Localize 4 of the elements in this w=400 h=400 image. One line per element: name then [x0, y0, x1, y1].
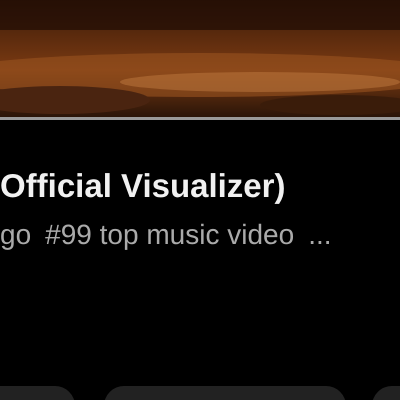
video-meta-text: ...: [308, 218, 332, 252]
video-meta-text: go: [0, 218, 32, 252]
video-title: Official Visualizer): [0, 166, 286, 206]
video-meta-text: #99 top music video: [45, 218, 294, 252]
